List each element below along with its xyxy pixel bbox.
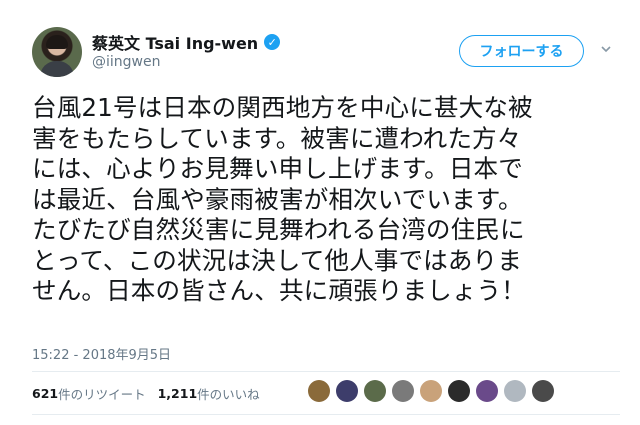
divider — [32, 371, 620, 372]
liker-avatar-4[interactable] — [392, 380, 414, 402]
liker-avatar-7[interactable] — [476, 380, 498, 402]
author-handle[interactable]: @iingwen — [92, 54, 160, 70]
liker-avatar-6[interactable] — [448, 380, 470, 402]
liker-avatar-3[interactable] — [364, 380, 386, 402]
liker-avatars — [308, 380, 554, 402]
liker-avatar-5[interactable] — [420, 380, 442, 402]
author-display-name[interactable]: 蔡英文 Tsai Ing-wen — [92, 30, 258, 54]
verified-badge-icon: ✓ — [264, 34, 281, 50]
liker-avatar-8[interactable] — [504, 380, 526, 402]
retweet-count[interactable]: 621 — [32, 386, 58, 401]
tweet-timestamp[interactable]: 15:22 - 2018年9月5日 — [32, 344, 171, 363]
tweet-card: 蔡英文 Tsai Ing-wen ✓ @iingwen フォローする 台風21号… — [0, 0, 640, 425]
avatar-hair — [46, 35, 68, 49]
follow-button[interactable]: フォローする — [459, 35, 584, 67]
like-label[interactable]: 件のいいね — [197, 384, 260, 403]
author-avatar[interactable] — [32, 27, 82, 77]
chevron-down-icon[interactable] — [598, 42, 614, 58]
liker-avatar-9[interactable] — [532, 380, 554, 402]
tweet-stats: 621 件のリツイート 1,211 件のいいね — [32, 384, 272, 403]
avatar-body — [40, 61, 74, 77]
divider — [32, 414, 620, 415]
liker-avatar-1[interactable] — [308, 380, 330, 402]
tweet-text: 台風21号は日本の関西地方を中心に甚大な被 害をもたらしています。被害に遭われた… — [32, 93, 533, 305]
retweet-label[interactable]: 件のリツイート — [58, 384, 146, 403]
author-name-row[interactable]: 蔡英文 Tsai Ing-wen ✓ — [92, 30, 281, 54]
liker-avatar-2[interactable] — [336, 380, 358, 402]
like-count[interactable]: 1,211 — [158, 386, 198, 401]
